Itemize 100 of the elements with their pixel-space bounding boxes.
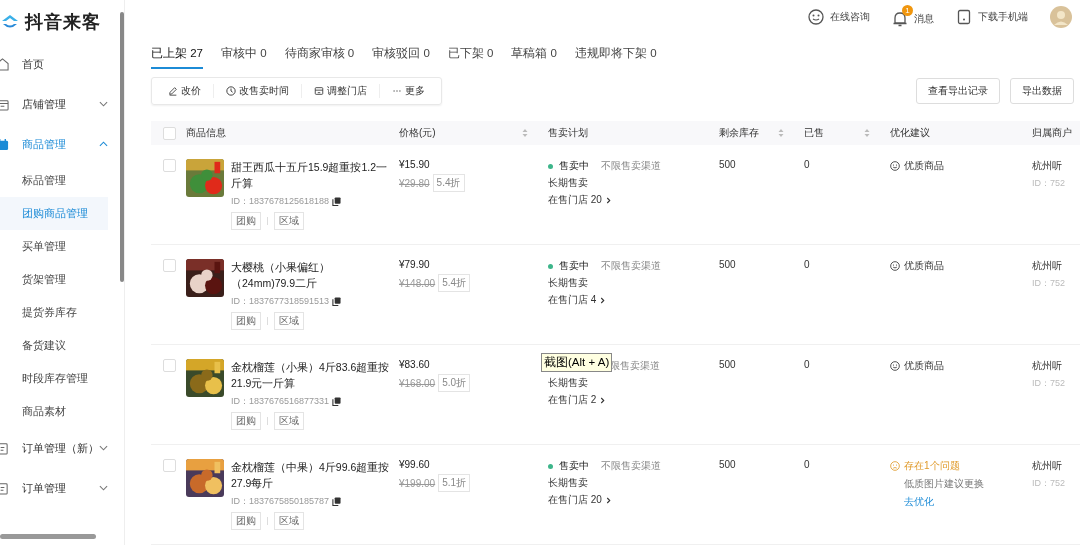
- copy-icon[interactable]: [332, 397, 342, 406]
- discount-tag: 5.1折: [438, 474, 471, 492]
- chevron-icon: [99, 445, 108, 451]
- stores-link[interactable]: 在售门店 20: [548, 193, 719, 207]
- tab[interactable]: 已下架 0: [447, 41, 494, 69]
- nav-subitem[interactable]: 时段库存管理: [0, 362, 108, 395]
- nav-subitem[interactable]: 备货建议: [0, 329, 108, 362]
- scrollbar[interactable]: [0, 534, 96, 539]
- nav-item[interactable]: 订单管理（新）: [0, 428, 124, 468]
- action-button[interactable]: 更多: [380, 84, 437, 98]
- sale-status: 售卖中: [559, 159, 589, 173]
- price: ¥15.90: [399, 159, 431, 170]
- copy-icon[interactable]: [332, 197, 342, 206]
- product-title[interactable]: 大樱桃（小果偏红）（24mm)79.9二斤: [231, 259, 391, 291]
- select-all-checkbox[interactable]: [163, 126, 176, 140]
- sort-icon[interactable]: [778, 128, 784, 138]
- app-name: 抖音来客: [25, 11, 101, 34]
- tag: 区域: [274, 212, 304, 230]
- stores-link[interactable]: 在售门店 2: [548, 393, 719, 407]
- product-id: ID：1837676516877331: [231, 395, 330, 408]
- tab[interactable]: 待商家审核 0: [284, 41, 355, 69]
- export-records-button[interactable]: 查看导出记录: [916, 78, 1000, 104]
- chevron-right-icon: [600, 296, 606, 304]
- stores-link[interactable]: 在售门店 4: [548, 293, 719, 307]
- sort-icon[interactable]: [522, 128, 528, 138]
- tag: 区域: [274, 412, 304, 430]
- tab[interactable]: 已上架 27: [151, 41, 203, 69]
- merchant-id: ID：752: [1032, 277, 1067, 290]
- discount-tag: 5.4折: [438, 274, 471, 292]
- row-checkbox[interactable]: [163, 359, 176, 372]
- chevron-icon: [99, 485, 108, 491]
- nav-item[interactable]: 首页: [0, 44, 124, 84]
- sale-period: 长期售卖: [548, 176, 589, 190]
- tab[interactable]: 审核中 0: [221, 41, 267, 69]
- suggestion: 优质商品: [890, 259, 1032, 273]
- copy-icon[interactable]: [332, 297, 342, 306]
- action-button[interactable]: 改售卖时间: [214, 84, 302, 98]
- merchant-name: 杭州听: [1032, 359, 1063, 373]
- nav-item[interactable]: 店铺管理: [0, 84, 124, 124]
- status-dot: [548, 163, 553, 169]
- nav-subitem[interactable]: 买单管理: [0, 230, 108, 263]
- row-checkbox[interactable]: [163, 159, 176, 172]
- nav-subitem[interactable]: 标品管理: [0, 164, 108, 197]
- optimize-link[interactable]: 去优化: [890, 495, 1032, 509]
- column-header[interactable]: 已售: [804, 126, 870, 140]
- suggestion: 优质商品: [890, 359, 1032, 373]
- sold-count: 0: [804, 359, 811, 372]
- nav-item[interactable]: 订单管理: [0, 468, 124, 508]
- nav-subitem[interactable]: 商品素材: [0, 395, 108, 428]
- original-price: ¥199.00: [399, 477, 436, 489]
- product-title[interactable]: 甜王西瓜十五斤15.9超重按1.2一斤算: [231, 159, 391, 191]
- clipboard-icon: [0, 441, 9, 455]
- consult-link[interactable]: 在线咨询: [808, 8, 870, 25]
- stock-count: 500: [719, 359, 737, 372]
- nav-subitem[interactable]: 货架管理: [0, 263, 108, 296]
- discount-tag: 5.0折: [438, 374, 471, 392]
- row-checkbox[interactable]: [163, 259, 176, 272]
- tab[interactable]: 违规即将下架 0: [574, 41, 657, 69]
- suggestion-detail: 低质图片建议更换: [903, 477, 985, 491]
- nav-item[interactable]: 商品管理: [0, 124, 124, 164]
- product-title[interactable]: 金枕榴莲（小果）4斤83.6超重按21.9元一斤算: [231, 359, 391, 391]
- stock-count: 500: [719, 459, 737, 472]
- store-icon: [0, 97, 9, 111]
- sale-channel: 不限售卖渠道: [601, 159, 661, 173]
- status-dot: [548, 463, 553, 469]
- sale-channel: 限售卖渠道: [610, 359, 660, 373]
- action-button[interactable]: 改价: [156, 84, 214, 98]
- copy-icon[interactable]: [332, 497, 342, 506]
- sale-period: 长期售卖: [548, 376, 589, 390]
- merchant-id: ID：752: [1032, 377, 1067, 390]
- phone-icon: [956, 8, 972, 25]
- chevron-right-icon: [600, 396, 606, 404]
- tab[interactable]: 草稿箱 0: [511, 41, 557, 69]
- sale-channel: 不限售卖渠道: [601, 259, 661, 273]
- sort-icon[interactable]: [864, 128, 870, 138]
- original-price: ¥148.00: [399, 277, 436, 289]
- messages-link[interactable]: 1 消息: [892, 4, 934, 29]
- tooltip: 截图(Alt + A): [541, 353, 613, 372]
- scrollbar[interactable]: [120, 12, 124, 282]
- chevron-icon: [99, 101, 108, 107]
- column-header[interactable]: 剩余库存: [719, 126, 784, 140]
- product-title[interactable]: 金枕榴莲（中果）4斤99.6超重按27.9每斤: [231, 459, 391, 491]
- nav-subitem[interactable]: 提货券库存: [0, 296, 108, 329]
- nav-subitem[interactable]: 团购商品管理: [0, 197, 108, 230]
- smiley-icon: [890, 361, 900, 371]
- stores-link[interactable]: 在售门店 20: [548, 493, 719, 507]
- sold-count: 0: [804, 259, 811, 272]
- action-button[interactable]: 调整门店: [302, 84, 380, 98]
- download-link[interactable]: 下载手机端: [956, 8, 1028, 25]
- frown-icon: [890, 461, 900, 471]
- row-checkbox[interactable]: [163, 459, 176, 472]
- tag: 团购: [231, 212, 261, 230]
- bell-icon: [892, 11, 908, 27]
- tag: 团购: [231, 412, 261, 430]
- tab[interactable]: 审核驳回 0: [372, 41, 430, 69]
- export-data-button[interactable]: 导出数据: [1010, 78, 1074, 104]
- avatar[interactable]: [1050, 5, 1072, 28]
- stock-count: 500: [719, 259, 737, 272]
- column-header[interactable]: 价格(元): [399, 126, 528, 140]
- product-id: ID：1837677318591513: [231, 295, 330, 308]
